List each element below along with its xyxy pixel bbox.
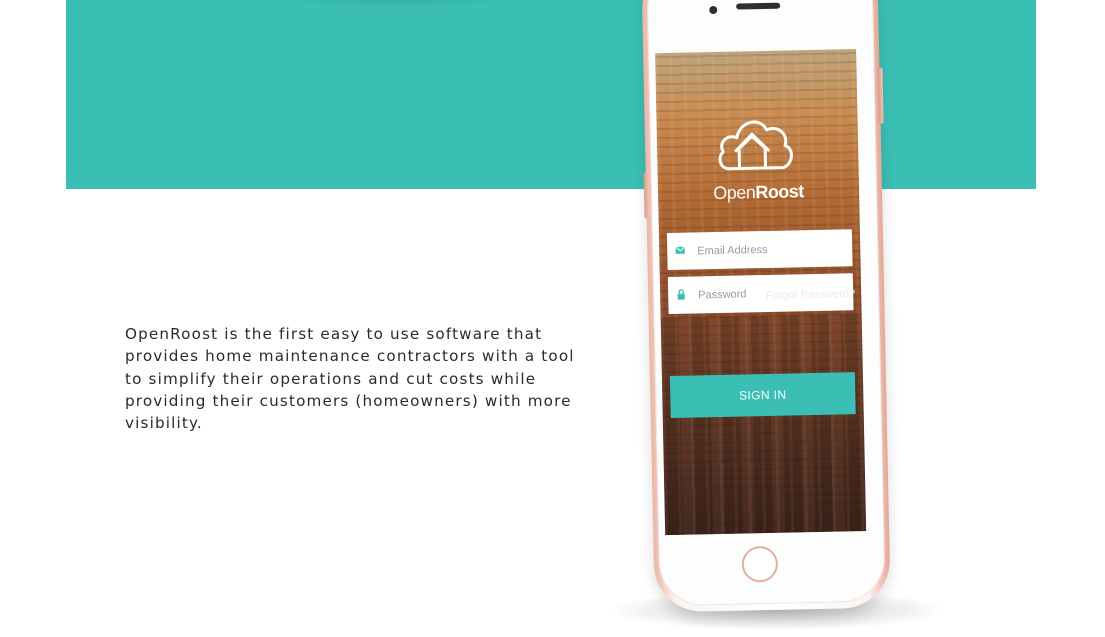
app-brand-name: OpenRoost bbox=[658, 180, 859, 205]
lock-icon bbox=[676, 289, 686, 301]
hero-banner bbox=[66, 0, 1036, 189]
city-background bbox=[660, 314, 867, 536]
forgot-password-link[interactable]: Forgot Password? bbox=[766, 288, 855, 302]
email-input[interactable] bbox=[696, 229, 848, 270]
envelope-icon bbox=[675, 245, 686, 257]
cloud-house-icon bbox=[718, 120, 793, 171]
sign-in-button[interactable]: SIGN IN bbox=[669, 372, 856, 419]
brand-light: Open bbox=[713, 182, 756, 204]
earpiece-speaker bbox=[736, 2, 781, 10]
app-screen: OpenRoost Forgot Password? SIGN IN bbox=[655, 49, 867, 536]
email-field[interactable] bbox=[666, 229, 853, 271]
phone-mockup: OpenRoost Forgot Password? SIGN IN bbox=[641, 0, 891, 613]
brand-bold: Roost bbox=[755, 181, 805, 203]
front-camera bbox=[709, 5, 718, 15]
banner-shadow bbox=[236, 0, 556, 8]
product-description: OpenRoost is the first easy to use softw… bbox=[125, 325, 575, 433]
home-button bbox=[741, 545, 779, 583]
phone-front-panel: OpenRoost Forgot Password? SIGN IN bbox=[646, 0, 886, 607]
phone-side-button bbox=[643, 172, 650, 219]
